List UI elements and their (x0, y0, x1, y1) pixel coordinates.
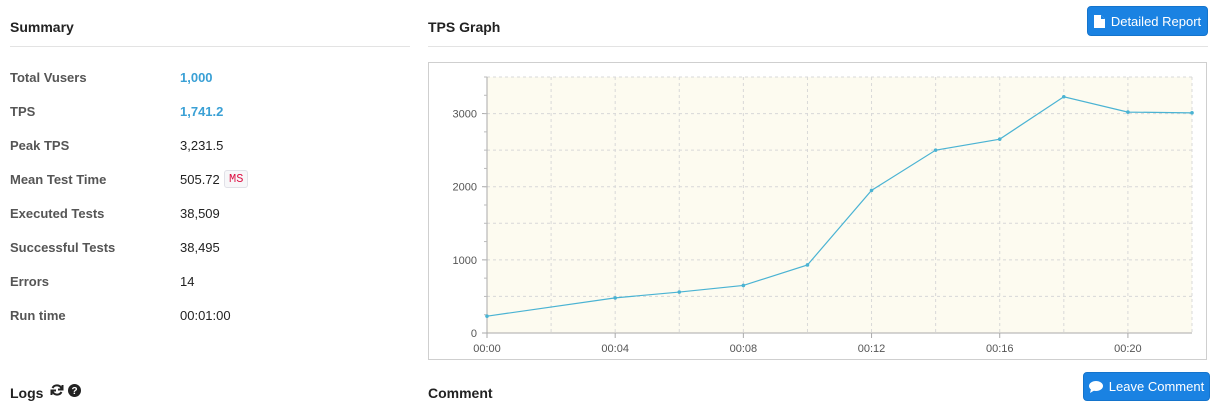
total-vusers-label: Total Vusers (10, 70, 87, 85)
tps-point (1190, 111, 1194, 115)
mean-test-time-label: Mean Test Time (10, 172, 107, 187)
comment-title: Comment (428, 385, 493, 401)
plot-area (487, 77, 1192, 333)
tps-chart-svg: 0 1000 2000 3000 00:00 00:04 00:08 00:12 00:16 00… (453, 76, 1194, 355)
x-tick-label: 00:20 (1114, 343, 1142, 355)
y-tick-label: 0 (471, 328, 477, 340)
y-tick-label: 3000 (453, 109, 477, 121)
errors-label: Errors (10, 274, 50, 289)
tps-point (1126, 110, 1130, 114)
summary-title: Summary (10, 19, 74, 35)
run-time-value: 00:01:00 (180, 308, 231, 323)
tps-point (677, 290, 682, 294)
executed-tests-label: Executed Tests (10, 206, 105, 221)
tps-point (805, 263, 810, 267)
mean-test-time-value: 505.72 (180, 172, 220, 187)
x-tick-label: 00:16 (986, 343, 1014, 355)
logs-header: Logs ? (10, 383, 82, 402)
successful-tests-value: 38,495 (180, 240, 220, 255)
leave-comment-button[interactable]: Leave Comment (1083, 372, 1210, 401)
refresh-icon[interactable] (50, 383, 64, 402)
x-tick-label: 00:08 (730, 343, 758, 355)
document-icon (1093, 14, 1105, 28)
total-vusers-value: 1,000 (180, 70, 213, 85)
y-tick-label: 1000 (453, 255, 477, 267)
ms-unit-badge: MS (224, 170, 249, 188)
executed-tests-value: 38,509 (180, 206, 220, 221)
tps-point (613, 296, 617, 300)
tps-value: 1,741.2 (180, 104, 224, 119)
tps-chart: 0 1000 2000 3000 00:00 00:04 00:08 00:12 00:16 00… (428, 62, 1207, 360)
tps-point (741, 283, 746, 288)
tps-point (1062, 94, 1066, 99)
tps-point (869, 188, 874, 193)
successful-tests-label: Successful Tests (10, 240, 116, 255)
x-tick-label: 00:12 (858, 343, 886, 355)
x-tick-label: 00:00 (473, 343, 501, 355)
detailed-report-button[interactable]: Detailed Report (1087, 6, 1208, 36)
help-icon[interactable]: ? (68, 383, 82, 402)
y-tick-label: 2000 (453, 182, 477, 194)
logs-title: Logs (10, 384, 44, 401)
detailed-report-label: Detailed Report (1110, 13, 1202, 29)
run-time-label: Run time (10, 308, 66, 323)
errors-value: 14 (180, 274, 195, 289)
summary-divider (10, 46, 410, 47)
peak-tps-value: 3,231.5 (180, 138, 224, 153)
tps-point (997, 137, 1002, 141)
comment-icon (1088, 380, 1103, 393)
tps-label: TPS (10, 104, 36, 119)
svg-text:?: ? (72, 386, 78, 397)
peak-tps-label: Peak TPS (10, 138, 70, 153)
leave-comment-label: Leave Comment (1108, 379, 1205, 394)
graph-divider (428, 46, 1208, 47)
tps-point (933, 148, 938, 152)
tps-graph-title: TPS Graph (428, 19, 501, 35)
x-tick-label: 00:04 (601, 343, 629, 355)
tps-point (485, 314, 489, 318)
